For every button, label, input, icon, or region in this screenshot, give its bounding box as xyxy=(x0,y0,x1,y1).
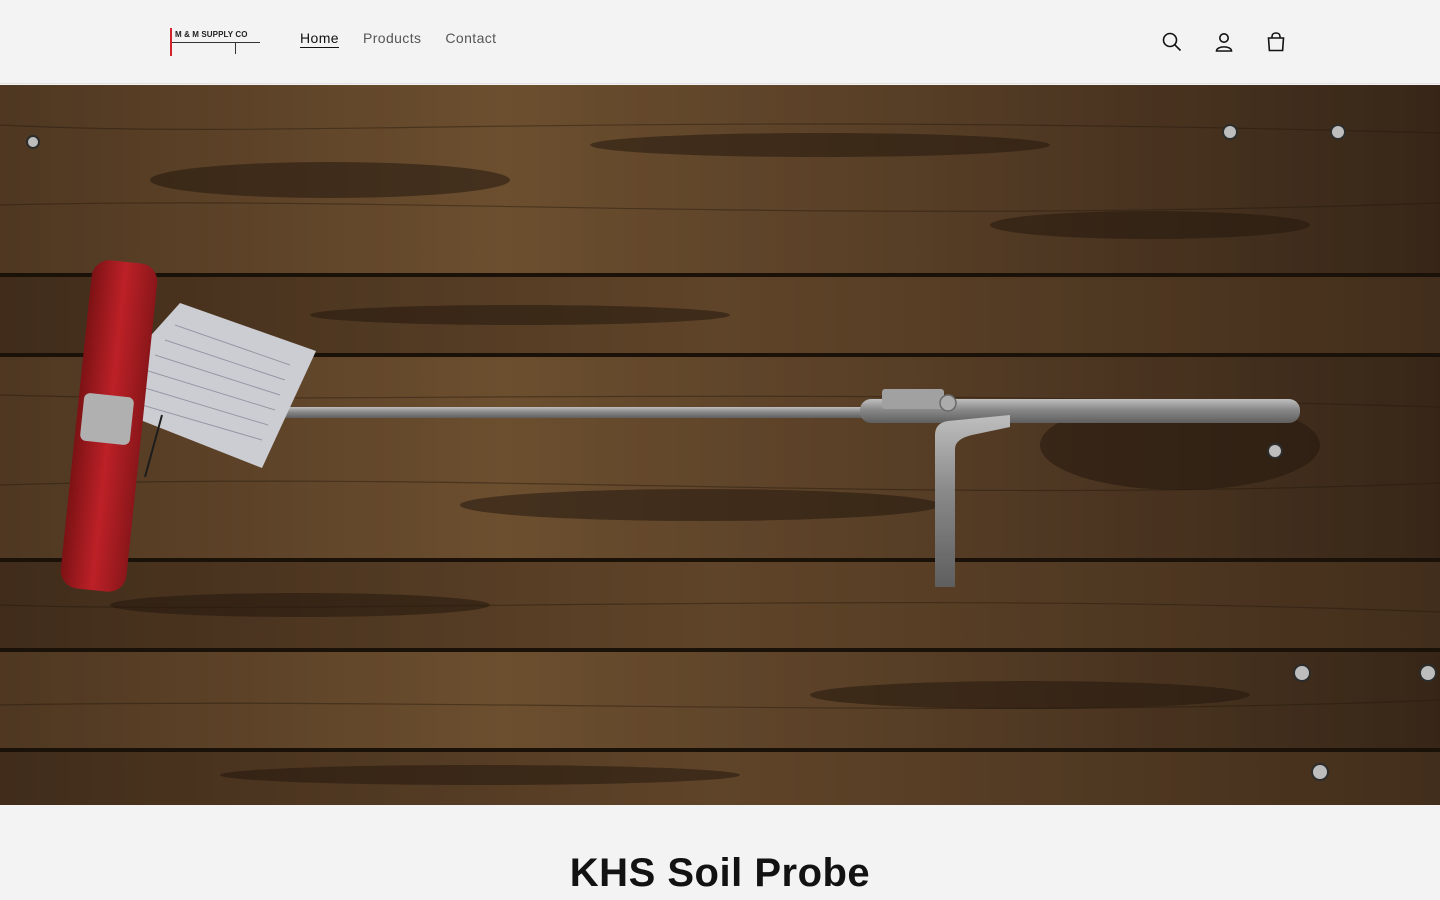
nav-contact[interactable]: Contact xyxy=(445,30,496,46)
main-nav: Home Products Contact xyxy=(300,30,496,46)
hero-banner-image xyxy=(0,85,1440,805)
logo-text: M & M SUPPLY CO xyxy=(175,30,248,39)
site-logo[interactable]: M & M SUPPLY CO xyxy=(168,26,262,58)
search-icon[interactable] xyxy=(1156,26,1188,58)
logo-line xyxy=(172,42,260,43)
header-icons xyxy=(1156,26,1292,58)
hero-soil-probe-photo xyxy=(0,85,1440,805)
logo-stem xyxy=(235,43,236,54)
product-title: KHS Soil Probe xyxy=(569,851,871,895)
site-header: M & M SUPPLY CO Home Products Contact xyxy=(0,0,1440,84)
account-icon[interactable] xyxy=(1208,26,1240,58)
product-title-section: KHS Soil Probe xyxy=(0,805,1440,900)
cart-icon[interactable] xyxy=(1260,26,1292,58)
nav-products[interactable]: Products xyxy=(363,30,421,46)
nav-home[interactable]: Home xyxy=(300,30,339,46)
